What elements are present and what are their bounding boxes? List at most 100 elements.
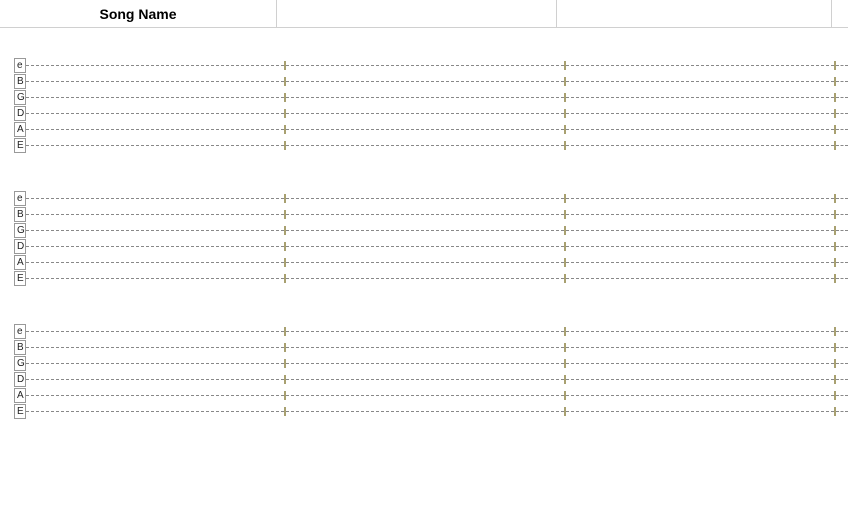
tab-measure-tail	[836, 331, 848, 332]
tab-measure[interactable]	[286, 129, 564, 130]
tab-measure[interactable]	[286, 395, 564, 396]
tab-measure[interactable]	[566, 411, 834, 412]
tab-string-row: G	[14, 223, 848, 238]
tab-measure[interactable]	[26, 145, 284, 146]
tab-measure[interactable]	[566, 395, 834, 396]
tab-measure[interactable]	[566, 379, 834, 380]
tab-line[interactable]	[26, 223, 848, 238]
tab-line[interactable]	[26, 239, 848, 254]
tab-line[interactable]	[26, 356, 848, 371]
tab-measure[interactable]	[566, 363, 834, 364]
tab-measure[interactable]	[26, 379, 284, 380]
tab-line[interactable]	[26, 324, 848, 339]
tab-measure[interactable]	[286, 97, 564, 98]
tab-line[interactable]	[26, 74, 848, 89]
tab-measure[interactable]	[286, 65, 564, 66]
tab-string-row: e	[14, 191, 848, 206]
tab-measure[interactable]	[566, 278, 834, 279]
tab-measure[interactable]	[286, 198, 564, 199]
tab-measure[interactable]	[566, 214, 834, 215]
tab-measure-tail	[836, 379, 848, 380]
tab-measure-tail	[836, 230, 848, 231]
tab-measure[interactable]	[26, 214, 284, 215]
tab-block: eBGDAE	[14, 191, 848, 286]
tab-measure[interactable]	[566, 113, 834, 114]
tab-measure[interactable]	[286, 278, 564, 279]
tab-measure[interactable]	[286, 411, 564, 412]
tab-line[interactable]	[26, 90, 848, 105]
tab-measure[interactable]	[286, 81, 564, 82]
header-cell-2[interactable]	[277, 0, 557, 27]
tab-measure[interactable]	[26, 246, 284, 247]
tab-string-row: E	[14, 271, 848, 286]
tab-string-row: A	[14, 122, 848, 137]
string-label: e	[14, 58, 26, 73]
tab-measure-tail	[836, 97, 848, 98]
tab-measure[interactable]	[26, 395, 284, 396]
tab-measure[interactable]	[566, 246, 834, 247]
header-cell-3[interactable]	[557, 0, 832, 27]
tab-measure[interactable]	[286, 145, 564, 146]
tab-measure[interactable]	[566, 65, 834, 66]
tab-line[interactable]	[26, 122, 848, 137]
tab-measure[interactable]	[26, 129, 284, 130]
string-label: D	[14, 239, 26, 254]
string-label: D	[14, 372, 26, 387]
tab-string-row: E	[14, 404, 848, 419]
tab-line[interactable]	[26, 271, 848, 286]
tab-string-row: B	[14, 207, 848, 222]
tab-measure[interactable]	[566, 129, 834, 130]
tab-measure[interactable]	[286, 331, 564, 332]
tab-measure[interactable]	[26, 97, 284, 98]
tab-measure[interactable]	[286, 379, 564, 380]
tab-measure[interactable]	[286, 214, 564, 215]
tab-measure[interactable]	[566, 262, 834, 263]
tab-measure[interactable]	[26, 363, 284, 364]
tab-line[interactable]	[26, 388, 848, 403]
tab-line[interactable]	[26, 340, 848, 355]
tab-measure[interactable]	[566, 81, 834, 82]
tab-measure[interactable]	[566, 97, 834, 98]
header-cell-song-name[interactable]: Song Name	[0, 0, 277, 27]
tab-measure-tail	[836, 363, 848, 364]
string-label: E	[14, 271, 26, 286]
tab-measure[interactable]	[566, 331, 834, 332]
tab-measure[interactable]	[26, 81, 284, 82]
tab-measure[interactable]	[286, 230, 564, 231]
tab-string-row: e	[14, 58, 848, 73]
tab-line[interactable]	[26, 255, 848, 270]
tab-measure[interactable]	[26, 113, 284, 114]
tab-measure[interactable]	[286, 113, 564, 114]
string-label: E	[14, 138, 26, 153]
tab-measure[interactable]	[566, 145, 834, 146]
tab-line[interactable]	[26, 106, 848, 121]
tab-measure-tail	[836, 198, 848, 199]
string-label: A	[14, 122, 26, 137]
header-cell-4[interactable]	[832, 0, 848, 27]
tab-measure[interactable]	[286, 347, 564, 348]
tab-measure[interactable]	[286, 363, 564, 364]
tab-line[interactable]	[26, 372, 848, 387]
tab-measure[interactable]	[286, 262, 564, 263]
tab-measure[interactable]	[26, 278, 284, 279]
tab-measure[interactable]	[286, 246, 564, 247]
tab-measure[interactable]	[26, 230, 284, 231]
tab-line[interactable]	[26, 191, 848, 206]
tab-measure-tail	[836, 113, 848, 114]
tab-line[interactable]	[26, 404, 848, 419]
tab-measure[interactable]	[566, 347, 834, 348]
tab-line[interactable]	[26, 138, 848, 153]
string-label: G	[14, 356, 26, 371]
tab-measure[interactable]	[26, 411, 284, 412]
tab-line[interactable]	[26, 207, 848, 222]
tab-measure[interactable]	[26, 331, 284, 332]
tab-string-row: D	[14, 372, 848, 387]
tab-measure[interactable]	[26, 262, 284, 263]
tab-measure[interactable]	[26, 65, 284, 66]
tab-string-row: D	[14, 106, 848, 121]
tab-measure[interactable]	[566, 198, 834, 199]
tab-line[interactable]	[26, 58, 848, 73]
tab-measure[interactable]	[26, 198, 284, 199]
tab-measure[interactable]	[26, 347, 284, 348]
tab-measure[interactable]	[566, 230, 834, 231]
